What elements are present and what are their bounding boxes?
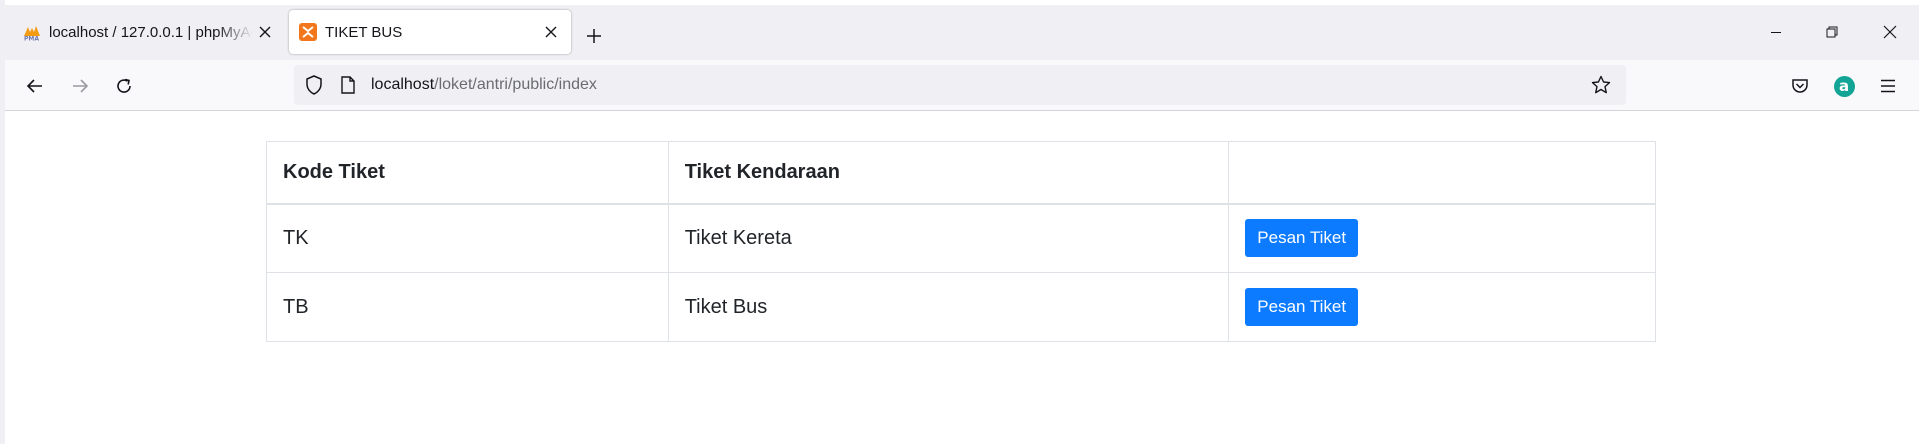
forward-button[interactable]: [63, 69, 97, 103]
cell-kode: TK: [266, 203, 669, 273]
svg-text:PMA: PMA: [24, 36, 39, 42]
cell-action: Pesan Tiket: [1228, 203, 1656, 273]
pocket-icon: [1792, 79, 1808, 93]
hamburger-menu-icon: [1881, 79, 1895, 93]
reload-button[interactable]: [107, 69, 141, 103]
close-icon: [1883, 25, 1897, 39]
phpmyadmin-icon: PMA: [23, 23, 41, 41]
table-row: TB Tiket Bus Pesan Tiket: [266, 272, 1656, 342]
pocket-button[interactable]: [1783, 69, 1817, 103]
arrow-right-icon: [73, 79, 89, 93]
url-host: localhost: [371, 76, 435, 93]
column-header-action: [1228, 141, 1656, 205]
arrow-left-icon: [26, 79, 42, 93]
close-window-button[interactable]: [1867, 15, 1913, 49]
navigation-toolbar: localhost/loket/antri/public/index a: [5, 60, 1919, 111]
pesan-tiket-button[interactable]: Pesan Tiket: [1245, 288, 1359, 326]
tab-phpmyadmin[interactable]: PMA localhost / 127.0.0.1 | phpMyAdmin: [15, 10, 285, 54]
cell-action: Pesan Tiket: [1228, 272, 1656, 342]
back-button[interactable]: [18, 69, 52, 103]
restore-icon: [1826, 26, 1838, 38]
tab-tiket-bus[interactable]: TIKET BUS: [289, 10, 571, 54]
pesan-tiket-button[interactable]: Pesan Tiket: [1245, 219, 1359, 258]
page-icon[interactable]: [338, 75, 358, 95]
minimize-icon: [1771, 32, 1781, 33]
cell-kendaraan: Tiket Bus: [667, 272, 1230, 342]
reload-icon: [117, 78, 131, 93]
tab-title: localhost / 127.0.0.1 | phpMyAdmin: [49, 23, 253, 41]
ticket-table: Kode Tiket Tiket Kendaraan TK Tiket Kere…: [266, 141, 1656, 342]
account-avatar: a: [1833, 75, 1855, 97]
account-button[interactable]: a: [1827, 69, 1861, 103]
tab-title: TIKET BUS: [325, 23, 403, 41]
close-icon[interactable]: [539, 20, 563, 44]
browser-window: PMA localhost / 127.0.0.1 | phpMyAdmin T…: [0, 0, 1919, 444]
url-text[interactable]: localhost/loket/antri/public/index: [371, 65, 597, 105]
address-bar[interactable]: localhost/loket/antri/public/index: [294, 65, 1626, 105]
shield-icon[interactable]: [304, 75, 324, 95]
tab-strip: PMA localhost / 127.0.0.1 | phpMyAdmin T…: [5, 5, 1919, 60]
column-header-kendaraan: Tiket Kendaraan: [667, 141, 1230, 205]
cell-kendaraan: Tiket Kereta: [667, 203, 1230, 273]
minimize-button[interactable]: [1753, 15, 1799, 49]
xampp-icon: [299, 23, 317, 41]
plus-icon: [587, 29, 601, 43]
url-path: /loket/antri/public/index: [434, 76, 597, 93]
menu-button[interactable]: [1871, 69, 1905, 103]
new-tab-button[interactable]: [577, 19, 611, 53]
cell-kode: TB: [266, 272, 669, 342]
page-content: Kode Tiket Tiket Kendaraan TK Tiket Kere…: [5, 112, 1919, 444]
table-row: TK Tiket Kereta Pesan Tiket: [266, 203, 1656, 273]
close-icon[interactable]: [253, 20, 277, 44]
column-header-kode: Kode Tiket: [266, 141, 669, 205]
restore-button[interactable]: [1809, 15, 1855, 49]
bookmark-star-icon[interactable]: [1590, 74, 1612, 96]
table-header-row: Kode Tiket Tiket Kendaraan: [266, 141, 1656, 205]
